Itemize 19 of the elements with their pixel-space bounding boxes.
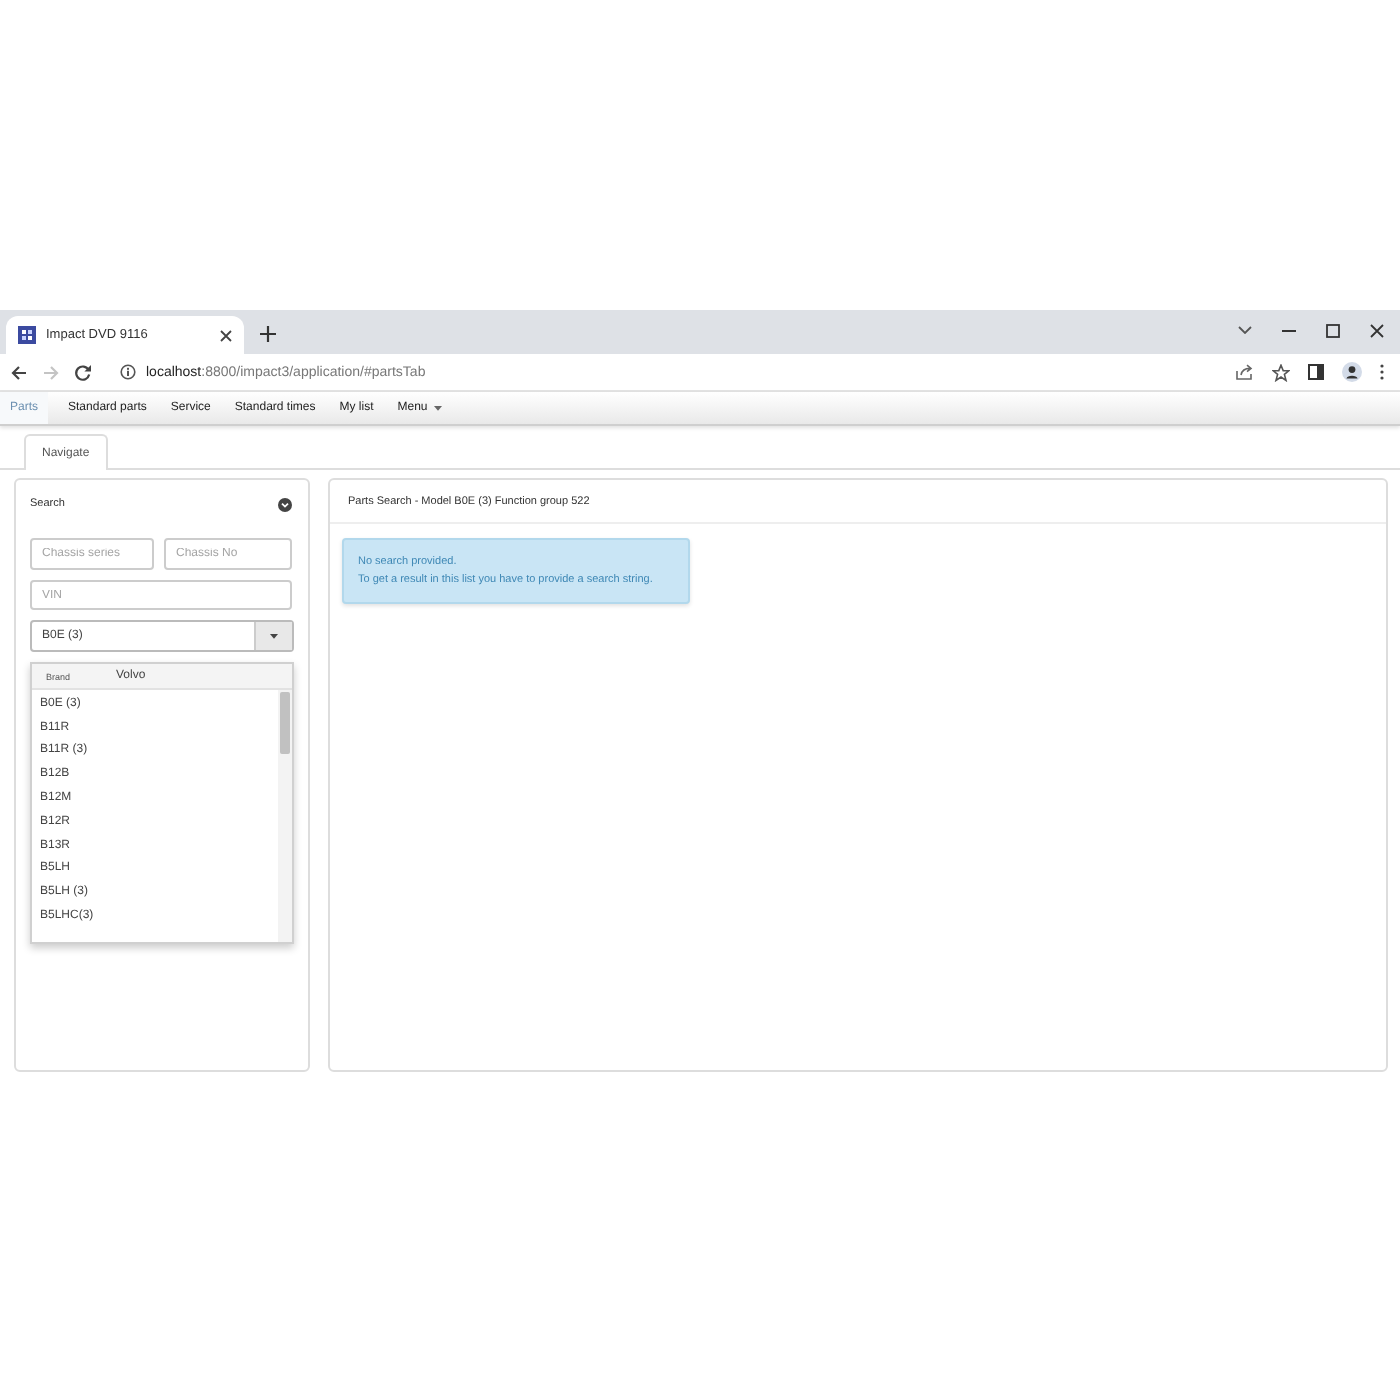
side-panel-icon[interactable] — [1308, 364, 1324, 380]
plus-icon[interactable] — [260, 326, 276, 342]
back-arrow-icon[interactable] — [10, 363, 28, 381]
caret-icon — [270, 633, 278, 639]
reload-icon[interactable] — [74, 363, 92, 381]
info-icon[interactable] — [120, 364, 136, 380]
star-icon[interactable] — [1272, 363, 1290, 381]
close-icon[interactable] — [220, 329, 232, 341]
chevron-down-icon[interactable] — [1238, 326, 1252, 334]
maximize-icon[interactable] — [1326, 323, 1340, 337]
scrollbar-thumb[interactable] — [280, 692, 290, 754]
profile-icon[interactable] — [1342, 362, 1362, 382]
scrollbar-track[interactable] — [278, 690, 292, 942]
caret-icon[interactable] — [433, 406, 442, 412]
share-icon[interactable] — [1236, 364, 1254, 380]
minimize-icon[interactable] — [1282, 329, 1296, 331]
favicon-icon — [18, 326, 36, 344]
close-icon[interactable] — [1370, 323, 1384, 337]
chevron-circle-icon[interactable] — [278, 497, 292, 511]
